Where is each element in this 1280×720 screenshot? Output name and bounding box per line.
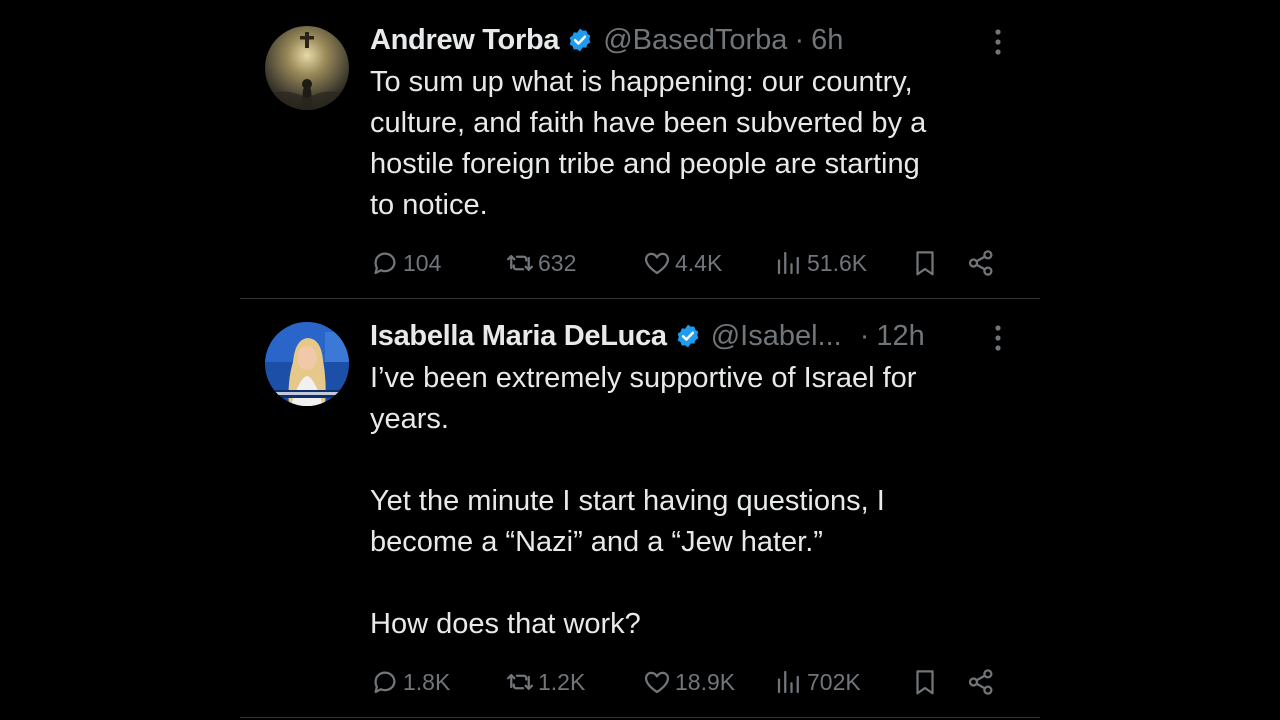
like-button[interactable]: 4.4K: [642, 246, 722, 280]
bookmark-button[interactable]: [910, 246, 940, 280]
share-icon: [968, 669, 993, 695]
separator-dot: ·: [794, 23, 805, 56]
author-name[interactable]: Isabella Maria DeLuca: [370, 320, 667, 353]
verified-badge-icon: [677, 324, 699, 348]
views-chart-icon: [777, 670, 799, 694]
repost-count: 632: [538, 249, 577, 276]
views-count: 51.6K: [807, 249, 868, 276]
reply-icon: [374, 252, 396, 275]
verified-badge-icon: [569, 28, 591, 52]
share-button[interactable]: [966, 246, 996, 280]
tweet-divider: [240, 298, 1040, 299]
reply-button[interactable]: 1.8K: [370, 665, 450, 699]
views-button[interactable]: 51.6K: [774, 246, 867, 280]
like-count: 18.9K: [675, 668, 736, 695]
like-button[interactable]: 18.9K: [642, 665, 735, 699]
more-options-icon[interactable]: [994, 28, 1002, 56]
author-name[interactable]: Andrew Torba: [370, 24, 560, 57]
news-anchor-icon: [265, 322, 349, 406]
repost-icon: [507, 674, 533, 690]
repost-count: 1.2K: [538, 668, 586, 695]
tweet[interactable]: Isabella Maria DeLuca @Isabel... · 12h I…: [240, 300, 1040, 720]
tweet[interactable]: Andrew Torba @BasedTorba · 6h To sum up …: [240, 0, 1040, 300]
tweet-divider: [240, 717, 1040, 718]
tweet-actions: 1.8K 1.2K 18.9K 702K: [370, 665, 1002, 699]
repost-icon: [507, 255, 533, 271]
bookmark-icon: [916, 251, 934, 276]
heart-icon: [644, 671, 670, 694]
hooded-figure-icon: [265, 26, 349, 110]
bookmark-icon: [916, 670, 934, 695]
timestamp[interactable]: 12h: [876, 320, 924, 353]
tweet-header: Isabella Maria DeLuca @Isabel... · 12h: [370, 316, 925, 356]
repost-button[interactable]: 632: [505, 246, 576, 280]
avatar[interactable]: [265, 26, 349, 110]
tweet-text: To sum up what is happening: our country…: [370, 66, 927, 221]
share-button[interactable]: [966, 665, 996, 699]
reply-count: 1.8K: [403, 668, 451, 695]
heart-icon: [644, 252, 670, 275]
tweet-actions: 104 632 4.4K 51.6K: [370, 246, 1002, 280]
avatar[interactable]: [265, 322, 349, 406]
bookmark-button[interactable]: [910, 665, 940, 699]
author-handle[interactable]: @BasedTorba: [603, 24, 787, 57]
share-icon: [968, 250, 993, 276]
tweet-header: Andrew Torba @BasedTorba · 6h: [370, 20, 843, 60]
views-button[interactable]: 702K: [774, 665, 861, 699]
timestamp[interactable]: 6h: [811, 24, 843, 57]
separator-dot: ·: [859, 319, 870, 352]
reply-count: 104: [403, 249, 442, 276]
like-count: 4.4K: [675, 249, 723, 276]
reply-icon: [374, 671, 396, 694]
repost-button[interactable]: 1.2K: [505, 665, 585, 699]
tweet-text: I’ve been extremely supportive of Israel…: [370, 362, 917, 640]
views-count: 702K: [807, 668, 861, 695]
views-chart-icon: [777, 251, 799, 275]
author-handle[interactable]: @Isabel...: [711, 320, 842, 353]
reply-button[interactable]: 104: [370, 246, 441, 280]
more-options-icon[interactable]: [994, 324, 1002, 352]
timeline: Andrew Torba @BasedTorba · 6h To sum up …: [0, 0, 1280, 720]
